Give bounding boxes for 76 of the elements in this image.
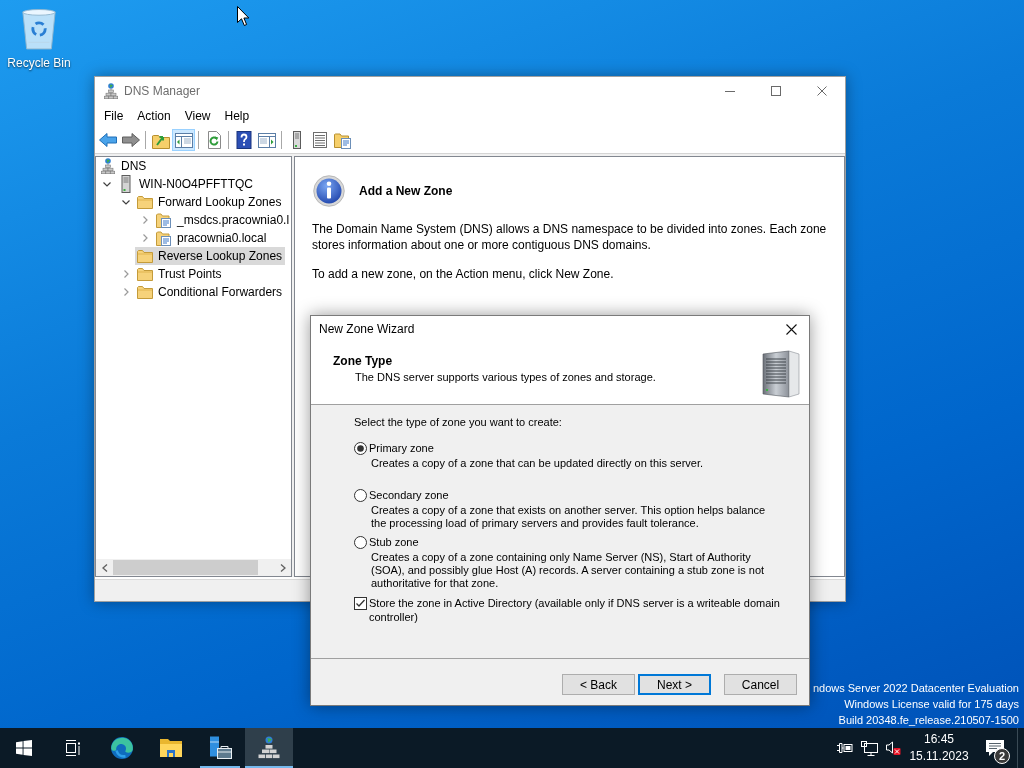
content-heading: Add a New Zone	[359, 183, 453, 200]
menu-item[interactable]: Action	[130, 106, 178, 126]
folder-icon	[137, 267, 153, 281]
running-indicator	[200, 766, 240, 768]
dialog-title: New Zone Wizard	[319, 321, 415, 338]
running-indicator	[245, 766, 293, 768]
browser-swirl-icon	[110, 736, 134, 760]
server-tower-icon	[761, 350, 801, 398]
wizard-step-heading: Zone Type	[333, 354, 393, 368]
edition-text: ndows Server 2022 Datacenter Evaluation	[812, 681, 1019, 696]
task-view-icon	[63, 740, 81, 756]
info-icon	[313, 175, 345, 207]
dialog-button[interactable]: Next >	[638, 674, 711, 695]
radio-unselected-icon[interactable]	[354, 536, 367, 549]
notification-count: 2	[994, 748, 1010, 764]
clock-time[interactable]: 16:45	[924, 731, 954, 748]
server-tower-icon	[121, 175, 131, 193]
chevron-icon[interactable]	[121, 197, 131, 207]
taskbar-button[interactable]	[245, 728, 293, 768]
dialog-button[interactable]: Cancel	[724, 674, 797, 695]
back-arrow-icon	[97, 130, 118, 150]
wizard-prompt: Select the type of zone you want to create:	[354, 416, 562, 429]
option-description: Creates a copy of a zone containing only Name Server (NS), Start of Authority (SOA), and possibly glue Host (A) records. A server containing a stub zone is not authoritative for that zone.	[371, 551, 766, 590]
chevron-icon[interactable]	[102, 179, 112, 189]
network-monitor-icon[interactable]	[860, 740, 878, 756]
mouse-cursor-icon	[237, 6, 250, 27]
tree-item[interactable]: Trust Points	[135, 265, 225, 283]
radio-selected-icon[interactable]	[354, 442, 367, 455]
scrollbar-thumb[interactable]	[113, 560, 258, 575]
folder-document-icon	[332, 130, 353, 150]
checkbox-checked-icon[interactable]	[354, 597, 367, 610]
folder-icon	[137, 249, 153, 263]
dns-globe-icon	[104, 83, 118, 99]
tree-item[interactable]: _msdcs.pracownia0.l	[154, 211, 291, 229]
clock-date[interactable]: 15.11.2023	[909, 748, 969, 765]
speaker-muted-icon[interactable]	[885, 740, 901, 756]
dns-globe-icon	[101, 158, 115, 174]
server-toolbox-icon	[208, 736, 232, 760]
radio-unselected-icon[interactable]	[354, 489, 367, 502]
content-paragraph: The Domain Name System (DNS) allows a DNS namespace to be divided into zones. Each zone stores information about one or more contiguous DNS domains.	[311, 221, 828, 253]
radio-option[interactable]: Primary zone	[354, 441, 434, 456]
tree-item[interactable]: pracownia0.local	[154, 229, 270, 247]
radio-option[interactable]: Secondary zone	[354, 488, 449, 503]
windows-logo-icon	[16, 740, 32, 756]
option-description: Creates a copy of a zone that exists on another server. This option helps balance the processing load of primary servers and provides fault tolerance.	[371, 504, 767, 530]
maximize-icon[interactable]	[771, 86, 781, 96]
folder-document-icon	[156, 230, 172, 246]
tree-item[interactable]: Reverse Lookup Zones	[135, 247, 286, 265]
wizard-step-description: The DNS server supports various types of zones and storage.	[355, 370, 656, 384]
menu-item[interactable]: View	[177, 106, 218, 126]
tree-item[interactable]: WIN-N0O4PFFTTQC	[116, 175, 256, 193]
window-pane-icon	[173, 130, 194, 150]
window-title: DNS Manager	[124, 83, 201, 100]
tree-item[interactable]: Forward Lookup Zones	[135, 193, 285, 211]
tree-item[interactable]: Conditional Forwarders	[135, 283, 286, 301]
folder-document-icon	[156, 212, 172, 228]
checkbox-option[interactable]: Store the zone in Active Directory (available only if DNS server is a writeable domain controller)	[354, 596, 784, 624]
radio-option[interactable]: Stub zone	[354, 535, 419, 550]
menu-item[interactable]: File	[97, 106, 131, 126]
globe-network-icon	[257, 736, 281, 760]
dialog-button[interactable]: < Back	[562, 674, 635, 695]
tree-item[interactable]: DNS	[98, 157, 150, 175]
option-description: Creates a copy of a zone that can be updated directly on this server.	[371, 457, 704, 470]
folder-icon	[137, 195, 153, 209]
edition-text: Windows License valid for 175 days	[844, 697, 1019, 712]
help-icon	[233, 130, 254, 150]
close-icon[interactable]	[785, 323, 797, 335]
battery-plug-icon[interactable]	[837, 742, 853, 754]
window-pane-icon	[256, 130, 277, 150]
folder-icon	[137, 285, 153, 299]
edition-text: Build 20348.fe_release.210507-1500	[838, 713, 1019, 728]
menu-item[interactable]: Help	[217, 106, 257, 126]
folder-icon	[159, 736, 183, 760]
forward-arrow-icon	[120, 130, 141, 150]
content-paragraph: To add a new zone, on the Action menu, click New Zone.	[311, 266, 615, 282]
trash-bin-icon	[20, 8, 58, 50]
